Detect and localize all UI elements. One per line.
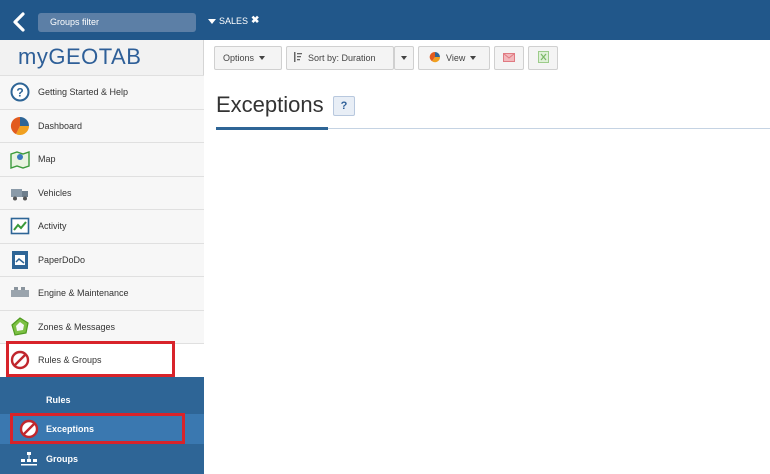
svg-text:?: ? bbox=[16, 86, 23, 100]
highlight-rules-groups bbox=[6, 341, 175, 377]
document-icon bbox=[10, 250, 30, 270]
email-button[interactable] bbox=[494, 46, 524, 70]
options-button[interactable]: Options bbox=[214, 46, 282, 70]
sidebar-item-dashboard[interactable]: Dashboard bbox=[0, 108, 204, 142]
app-window: Groups filter SALES ✖ myGEOTAB ? Getting… bbox=[0, 0, 770, 474]
envelope-icon bbox=[503, 52, 515, 64]
sidebar-item-label: Zones & Messages bbox=[38, 321, 116, 332]
spreadsheet-icon bbox=[537, 51, 549, 65]
page-title: Exceptions bbox=[216, 92, 324, 117]
sidebar-item-label: Getting Started & Help bbox=[38, 87, 129, 98]
pie-chart-icon bbox=[10, 116, 30, 136]
toolbar: Options Sort by: Duration View bbox=[214, 46, 558, 70]
group-hierarchy-icon bbox=[18, 448, 40, 470]
title-underline bbox=[216, 127, 328, 130]
top-bar: Groups filter SALES ✖ bbox=[0, 0, 770, 40]
sidebar-item-engine-maintenance[interactable]: Engine & Maintenance bbox=[0, 276, 204, 310]
sort-label: Sort by: Duration bbox=[308, 53, 376, 63]
chevron-down-icon bbox=[401, 56, 407, 60]
pie-chart-icon bbox=[429, 51, 441, 65]
chevron-down-icon bbox=[470, 56, 477, 60]
truck-icon bbox=[10, 183, 30, 203]
engine-icon bbox=[10, 283, 30, 303]
sidebar-nav: ? Getting Started & Help Dashboard Map V… bbox=[0, 75, 204, 377]
sidebar-item-label: Engine & Maintenance bbox=[38, 288, 129, 299]
view-button[interactable]: View bbox=[418, 46, 490, 70]
sidebar-item-vehicles[interactable]: Vehicles bbox=[0, 175, 204, 209]
groups-filter-input[interactable]: Groups filter bbox=[38, 13, 196, 32]
back-arrow-icon[interactable] bbox=[10, 12, 28, 32]
zone-icon bbox=[10, 317, 30, 337]
subnav-item-label: Rules bbox=[46, 395, 71, 405]
export-excel-button[interactable] bbox=[528, 46, 558, 70]
sidebar-item-label: Map bbox=[38, 154, 56, 165]
sidebar-item-label: Vehicles bbox=[38, 187, 72, 198]
sidebar-item-label: Activity bbox=[38, 221, 67, 232]
subnav-item-rules[interactable]: Rules bbox=[0, 385, 204, 415]
sidebar-item-getting-started[interactable]: ? Getting Started & Help bbox=[0, 75, 204, 109]
sidebar: myGEOTAB ? Getting Started & Help Dashbo… bbox=[0, 40, 204, 474]
help-circle-icon: ? bbox=[10, 82, 30, 102]
subnav-item-groups[interactable]: Groups bbox=[0, 444, 204, 474]
sidebar-item-paperdodo[interactable]: PaperDoDo bbox=[0, 242, 204, 276]
help-button[interactable]: ? bbox=[333, 96, 355, 116]
sidebar-item-activity[interactable]: Activity bbox=[0, 209, 204, 243]
sidebar-item-label: PaperDoDo bbox=[38, 254, 86, 265]
subnav-item-label: Groups bbox=[46, 454, 79, 464]
view-label: View bbox=[446, 53, 466, 63]
map-icon bbox=[10, 149, 30, 170]
sidebar-item-zones-messages[interactable]: Zones & Messages bbox=[0, 309, 204, 343]
active-group-filter-label: SALES bbox=[219, 16, 249, 26]
highlight-exceptions bbox=[10, 413, 185, 444]
close-icon[interactable]: ✖ bbox=[251, 14, 259, 28]
sort-icon bbox=[293, 51, 303, 65]
mygeotab-logo[interactable]: myGEOTAB bbox=[18, 44, 141, 70]
sidebar-item-label: Dashboard bbox=[38, 120, 83, 131]
sidebar-item-map[interactable]: Map bbox=[0, 142, 204, 176]
chevron-down-icon bbox=[208, 18, 216, 24]
sort-direction-button[interactable] bbox=[394, 46, 414, 70]
chevron-down-icon bbox=[259, 56, 266, 60]
sort-button[interactable]: Sort by: Duration bbox=[286, 46, 394, 70]
active-group-filter[interactable]: SALES ✖ bbox=[208, 14, 259, 28]
options-label: Options bbox=[223, 53, 255, 63]
activity-chart-icon bbox=[10, 216, 30, 236]
